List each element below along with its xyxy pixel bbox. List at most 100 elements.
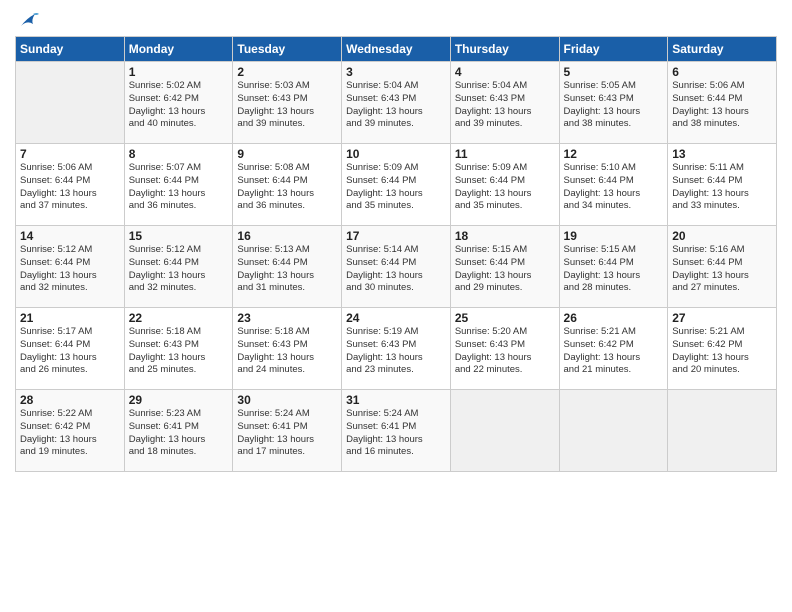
calendar-day-cell: 16Sunrise: 5:13 AM Sunset: 6:44 PM Dayli… — [233, 226, 342, 308]
calendar-day-cell: 28Sunrise: 5:22 AM Sunset: 6:42 PM Dayli… — [16, 390, 125, 472]
calendar-day-cell: 31Sunrise: 5:24 AM Sunset: 6:41 PM Dayli… — [342, 390, 451, 472]
day-number: 31 — [346, 393, 446, 407]
calendar-day-cell: 18Sunrise: 5:15 AM Sunset: 6:44 PM Dayli… — [450, 226, 559, 308]
day-number: 12 — [564, 147, 664, 161]
calendar-header-row: SundayMondayTuesdayWednesdayThursdayFrid… — [16, 37, 777, 62]
calendar-day-cell: 26Sunrise: 5:21 AM Sunset: 6:42 PM Dayli… — [559, 308, 668, 390]
day-info: Sunrise: 5:14 AM Sunset: 6:44 PM Dayligh… — [346, 244, 446, 295]
day-info: Sunrise: 5:22 AM Sunset: 6:42 PM Dayligh… — [20, 408, 120, 459]
day-info: Sunrise: 5:04 AM Sunset: 6:43 PM Dayligh… — [346, 80, 446, 131]
day-number: 5 — [564, 65, 664, 79]
calendar-day-cell: 1Sunrise: 5:02 AM Sunset: 6:42 PM Daylig… — [124, 62, 233, 144]
day-number: 18 — [455, 229, 555, 243]
day-info: Sunrise: 5:02 AM Sunset: 6:42 PM Dayligh… — [129, 80, 229, 131]
calendar-week-row: 1Sunrise: 5:02 AM Sunset: 6:42 PM Daylig… — [16, 62, 777, 144]
day-number: 16 — [237, 229, 337, 243]
day-info: Sunrise: 5:19 AM Sunset: 6:43 PM Dayligh… — [346, 326, 446, 377]
calendar-day-cell: 23Sunrise: 5:18 AM Sunset: 6:43 PM Dayli… — [233, 308, 342, 390]
calendar-day-cell: 4Sunrise: 5:04 AM Sunset: 6:43 PM Daylig… — [450, 62, 559, 144]
calendar-day-cell: 22Sunrise: 5:18 AM Sunset: 6:43 PM Dayli… — [124, 308, 233, 390]
day-info: Sunrise: 5:08 AM Sunset: 6:44 PM Dayligh… — [237, 162, 337, 213]
day-number: 23 — [237, 311, 337, 325]
day-info: Sunrise: 5:15 AM Sunset: 6:44 PM Dayligh… — [564, 244, 664, 295]
day-info: Sunrise: 5:09 AM Sunset: 6:44 PM Dayligh… — [455, 162, 555, 213]
day-info: Sunrise: 5:12 AM Sunset: 6:44 PM Dayligh… — [129, 244, 229, 295]
day-number: 27 — [672, 311, 772, 325]
day-info: Sunrise: 5:17 AM Sunset: 6:44 PM Dayligh… — [20, 326, 120, 377]
day-number: 22 — [129, 311, 229, 325]
calendar-header-cell: Saturday — [668, 37, 777, 62]
calendar-header-cell: Wednesday — [342, 37, 451, 62]
calendar-day-cell: 21Sunrise: 5:17 AM Sunset: 6:44 PM Dayli… — [16, 308, 125, 390]
day-number: 1 — [129, 65, 229, 79]
calendar-day-cell: 27Sunrise: 5:21 AM Sunset: 6:42 PM Dayli… — [668, 308, 777, 390]
day-number: 8 — [129, 147, 229, 161]
calendar-day-cell: 3Sunrise: 5:04 AM Sunset: 6:43 PM Daylig… — [342, 62, 451, 144]
page: SundayMondayTuesdayWednesdayThursdayFrid… — [0, 0, 792, 612]
calendar-day-cell: 7Sunrise: 5:06 AM Sunset: 6:44 PM Daylig… — [16, 144, 125, 226]
day-number: 13 — [672, 147, 772, 161]
day-info: Sunrise: 5:18 AM Sunset: 6:43 PM Dayligh… — [129, 326, 229, 377]
day-info: Sunrise: 5:05 AM Sunset: 6:43 PM Dayligh… — [564, 80, 664, 131]
calendar-day-cell: 30Sunrise: 5:24 AM Sunset: 6:41 PM Dayli… — [233, 390, 342, 472]
day-info: Sunrise: 5:21 AM Sunset: 6:42 PM Dayligh… — [564, 326, 664, 377]
calendar-day-cell: 19Sunrise: 5:15 AM Sunset: 6:44 PM Dayli… — [559, 226, 668, 308]
calendar-day-cell: 13Sunrise: 5:11 AM Sunset: 6:44 PM Dayli… — [668, 144, 777, 226]
day-number: 14 — [20, 229, 120, 243]
day-number: 10 — [346, 147, 446, 161]
day-info: Sunrise: 5:06 AM Sunset: 6:44 PM Dayligh… — [20, 162, 120, 213]
day-number: 19 — [564, 229, 664, 243]
calendar-day-cell — [668, 390, 777, 472]
day-info: Sunrise: 5:11 AM Sunset: 6:44 PM Dayligh… — [672, 162, 772, 213]
day-number: 15 — [129, 229, 229, 243]
calendar-header-cell: Thursday — [450, 37, 559, 62]
day-info: Sunrise: 5:24 AM Sunset: 6:41 PM Dayligh… — [346, 408, 446, 459]
day-number: 11 — [455, 147, 555, 161]
calendar-header-cell: Friday — [559, 37, 668, 62]
day-number: 6 — [672, 65, 772, 79]
day-number: 21 — [20, 311, 120, 325]
calendar-week-row: 14Sunrise: 5:12 AM Sunset: 6:44 PM Dayli… — [16, 226, 777, 308]
day-info: Sunrise: 5:20 AM Sunset: 6:43 PM Dayligh… — [455, 326, 555, 377]
calendar-day-cell: 15Sunrise: 5:12 AM Sunset: 6:44 PM Dayli… — [124, 226, 233, 308]
day-info: Sunrise: 5:21 AM Sunset: 6:42 PM Dayligh… — [672, 326, 772, 377]
calendar-day-cell — [16, 62, 125, 144]
logo — [15, 10, 39, 28]
day-number: 9 — [237, 147, 337, 161]
day-info: Sunrise: 5:12 AM Sunset: 6:44 PM Dayligh… — [20, 244, 120, 295]
calendar-day-cell: 8Sunrise: 5:07 AM Sunset: 6:44 PM Daylig… — [124, 144, 233, 226]
calendar-table: SundayMondayTuesdayWednesdayThursdayFrid… — [15, 36, 777, 472]
calendar-day-cell: 29Sunrise: 5:23 AM Sunset: 6:41 PM Dayli… — [124, 390, 233, 472]
day-number: 4 — [455, 65, 555, 79]
day-number: 3 — [346, 65, 446, 79]
calendar-day-cell: 12Sunrise: 5:10 AM Sunset: 6:44 PM Dayli… — [559, 144, 668, 226]
day-info: Sunrise: 5:10 AM Sunset: 6:44 PM Dayligh… — [564, 162, 664, 213]
day-info: Sunrise: 5:16 AM Sunset: 6:44 PM Dayligh… — [672, 244, 772, 295]
day-info: Sunrise: 5:18 AM Sunset: 6:43 PM Dayligh… — [237, 326, 337, 377]
calendar-day-cell — [450, 390, 559, 472]
logo-bird-icon — [17, 10, 39, 32]
calendar-day-cell — [559, 390, 668, 472]
day-number: 28 — [20, 393, 120, 407]
day-number: 29 — [129, 393, 229, 407]
header — [15, 10, 777, 28]
calendar-day-cell: 17Sunrise: 5:14 AM Sunset: 6:44 PM Dayli… — [342, 226, 451, 308]
calendar-week-row: 7Sunrise: 5:06 AM Sunset: 6:44 PM Daylig… — [16, 144, 777, 226]
calendar-day-cell: 5Sunrise: 5:05 AM Sunset: 6:43 PM Daylig… — [559, 62, 668, 144]
day-info: Sunrise: 5:09 AM Sunset: 6:44 PM Dayligh… — [346, 162, 446, 213]
day-info: Sunrise: 5:23 AM Sunset: 6:41 PM Dayligh… — [129, 408, 229, 459]
calendar-day-cell: 2Sunrise: 5:03 AM Sunset: 6:43 PM Daylig… — [233, 62, 342, 144]
day-number: 20 — [672, 229, 772, 243]
calendar-header-cell: Tuesday — [233, 37, 342, 62]
day-number: 25 — [455, 311, 555, 325]
day-info: Sunrise: 5:13 AM Sunset: 6:44 PM Dayligh… — [237, 244, 337, 295]
day-info: Sunrise: 5:07 AM Sunset: 6:44 PM Dayligh… — [129, 162, 229, 213]
calendar-day-cell: 6Sunrise: 5:06 AM Sunset: 6:44 PM Daylig… — [668, 62, 777, 144]
calendar-body: 1Sunrise: 5:02 AM Sunset: 6:42 PM Daylig… — [16, 62, 777, 472]
calendar-day-cell: 11Sunrise: 5:09 AM Sunset: 6:44 PM Dayli… — [450, 144, 559, 226]
calendar-header-cell: Sunday — [16, 37, 125, 62]
calendar-week-row: 21Sunrise: 5:17 AM Sunset: 6:44 PM Dayli… — [16, 308, 777, 390]
day-info: Sunrise: 5:04 AM Sunset: 6:43 PM Dayligh… — [455, 80, 555, 131]
day-number: 24 — [346, 311, 446, 325]
calendar-day-cell: 24Sunrise: 5:19 AM Sunset: 6:43 PM Dayli… — [342, 308, 451, 390]
